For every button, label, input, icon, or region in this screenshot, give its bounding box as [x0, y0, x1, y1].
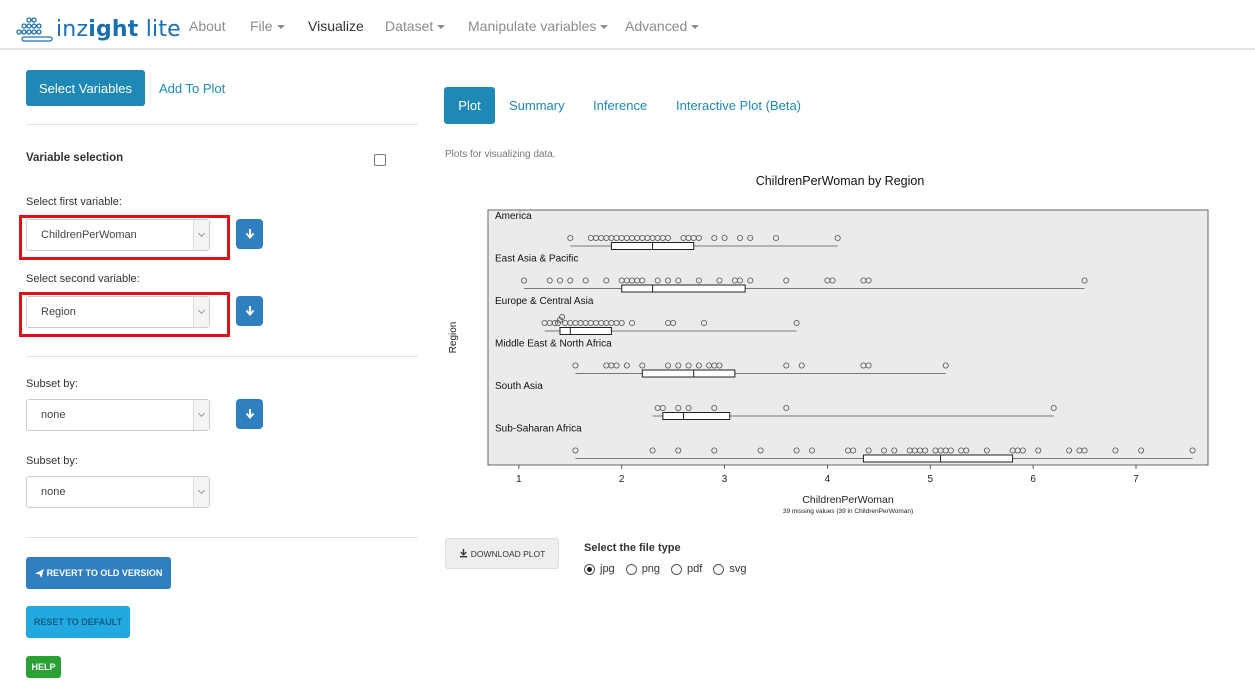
dot-box-chart: America East Asia & Pacific Europe & Centr…	[448, 209, 1209, 515]
y-axis-label: Region	[448, 322, 459, 354]
plot-panel	[487, 209, 1209, 466]
file-type-svg[interactable]: svg	[713, 563, 746, 575]
second-variable-select[interactable]: Region	[26, 296, 210, 328]
subset-by-label: Subset by:	[26, 378, 78, 390]
plot-description: Plots for visualizing data.	[445, 149, 556, 160]
paper-plane-icon	[34, 568, 44, 578]
first-variable-label: Select first variable:	[26, 196, 122, 208]
box	[621, 284, 746, 293]
chevron-down-icon	[193, 297, 209, 327]
second-variable-add-button[interactable]	[236, 296, 263, 326]
box	[641, 369, 736, 378]
arrow-down-icon	[245, 306, 254, 317]
divider	[26, 537, 418, 538]
nav-manipulate-variables[interactable]: Manipulate variables	[468, 18, 609, 34]
tab-select-variables[interactable]: Select Variables	[26, 70, 145, 106]
download-plot-button[interactable]: DOWNLOAD PLOT	[445, 538, 559, 569]
tab-interactive-plot[interactable]: Interactive Plot (Beta)	[676, 98, 801, 113]
first-variable-add-button[interactable]	[236, 219, 263, 249]
variable-selection-checkbox[interactable]	[374, 154, 386, 166]
x-tick-label: 1	[516, 474, 522, 485]
subset-by-add-button[interactable]	[236, 399, 263, 429]
second-variable-value: Region	[41, 306, 76, 318]
nav-visualize[interactable]: Visualize	[308, 18, 364, 34]
subset-by-label: Subset by:	[26, 455, 78, 467]
tab-summary[interactable]: Summary	[509, 98, 565, 113]
chevron-down-icon	[193, 220, 209, 250]
divider	[26, 356, 418, 357]
x-tick-label: 2	[619, 474, 625, 485]
x-tick-label: 4	[825, 474, 831, 485]
revert-label: REVERT TO OLD VERSION	[46, 568, 163, 578]
logo-dots-icon	[16, 17, 53, 42]
caret-down-icon	[276, 25, 285, 30]
nav-file[interactable]: File	[250, 18, 285, 34]
group-label: East Asia & Pacific	[495, 254, 578, 265]
download-label: DOWNLOAD PLOT	[470, 548, 546, 559]
group-label: Europe & Central Asia	[495, 296, 594, 307]
tab-inference[interactable]: Inference	[593, 98, 647, 113]
caret-down-icon	[600, 25, 609, 30]
first-variable-select[interactable]: ChildrenPerWoman	[26, 219, 210, 251]
variable-selection-label: Variable selection	[26, 152, 124, 164]
second-variable-label: Select second variable:	[26, 273, 140, 285]
radio-icon	[625, 563, 637, 575]
help-button[interactable]: HELP	[26, 656, 61, 678]
radio-selected-icon	[584, 563, 595, 575]
download-icon	[459, 549, 467, 558]
nav-about[interactable]: About	[189, 18, 226, 34]
box	[862, 454, 1014, 463]
radio-icon	[713, 563, 725, 575]
x-tick-label: 6	[1030, 474, 1036, 485]
box	[662, 412, 731, 420]
x-tick-label: 5	[928, 474, 934, 485]
file-type-png[interactable]: png	[625, 563, 660, 575]
chevron-down-icon	[193, 400, 209, 430]
missing-values-note: 39 missing values (39 in ChildrenPerWoma…	[783, 508, 913, 515]
chevron-down-icon	[193, 477, 209, 507]
group-label: Sub-Saharan Africa	[495, 424, 582, 435]
first-variable-value: ChildrenPerWoman	[41, 229, 137, 241]
x-tick-label: 3	[722, 474, 728, 485]
subset-by-value: none	[41, 409, 66, 421]
x-axis-label: ChildrenPerWoman	[802, 494, 894, 506]
nav-dataset[interactable]: Dataset	[385, 18, 446, 34]
inzight-logo[interactable]: inzight lite	[14, 14, 181, 44]
group-label: America	[495, 211, 532, 222]
tab-add-to-plot[interactable]: Add To Plot	[159, 81, 225, 96]
subset-by-value: none	[41, 486, 66, 498]
box	[559, 327, 612, 335]
caret-down-icon	[437, 25, 446, 30]
group-label: Middle East & North Africa	[495, 339, 612, 350]
file-type-radio-group: jpg png pdf svg	[584, 563, 757, 575]
reset-to-default-button[interactable]: RESET TO DEFAULT	[26, 606, 130, 638]
file-type-label: Select the file type	[584, 542, 681, 554]
group-label: South Asia	[495, 381, 543, 392]
arrow-down-icon	[245, 229, 254, 240]
divider	[26, 124, 418, 125]
subset-by-select-2[interactable]: none	[26, 476, 210, 508]
file-type-jpg[interactable]: jpg	[584, 563, 615, 575]
revert-old-version-button[interactable]: REVERT TO OLD VERSION	[26, 557, 171, 589]
chart-title: ChildrenPerWoman by Region	[755, 174, 925, 188]
file-type-pdf[interactable]: pdf	[671, 563, 702, 575]
x-tick-label: 7	[1133, 474, 1139, 485]
arrow-down-icon	[245, 409, 254, 420]
caret-down-icon	[691, 25, 700, 30]
tab-plot[interactable]: Plot	[444, 87, 495, 124]
subset-by-select-1[interactable]: none	[26, 399, 210, 431]
logo-text: inzight lite	[56, 16, 181, 42]
navbar: inzight lite About File Visualize Datase…	[0, 0, 1255, 50]
radio-icon	[671, 563, 683, 575]
nav-advanced[interactable]: Advanced	[625, 18, 700, 34]
